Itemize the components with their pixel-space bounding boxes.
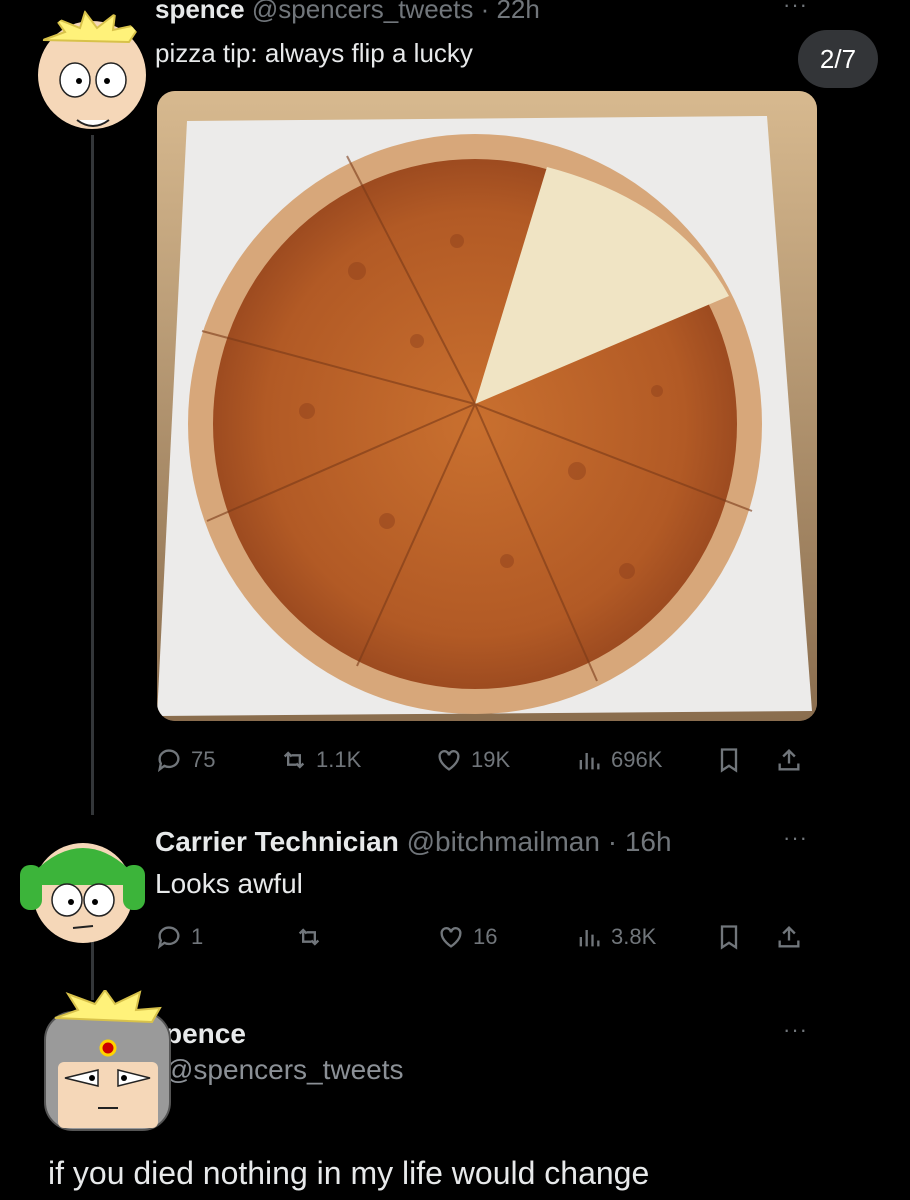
share-icon [778, 926, 800, 948]
tweet2-author-name[interactable]: Carrier Technician [155, 826, 399, 857]
reply-icon [157, 926, 180, 950]
like-button[interactable]: 19K [435, 740, 510, 780]
reply-icon [157, 749, 180, 773]
tweet1-actions: 75 1.1K 19K 696K [155, 740, 815, 780]
repost-icon [283, 751, 305, 769]
views-icon [579, 753, 600, 770]
tweet1-text: pizza tip: always flip a lucky [155, 38, 473, 68]
repost-button[interactable] [295, 917, 323, 957]
tweet3-author-name[interactable]: pence [165, 1018, 404, 1050]
heart-icon [440, 927, 462, 948]
tweet3-text: if you died nothing in my life would cha… [48, 1155, 650, 1191]
kyle-avatar-icon [20, 843, 145, 943]
share-button[interactable] [775, 740, 803, 780]
pizza-photo-icon [157, 91, 817, 721]
tweet2-header: Carrier Technician @bitchmailman · 16h [155, 826, 672, 858]
tweet1-author-handle[interactable]: @spencers_tweets [252, 0, 474, 24]
views-icon [579, 930, 600, 947]
like-count: 19K [471, 747, 511, 772]
heart-icon [438, 750, 460, 771]
professor-chaos-avatar-icon [44, 990, 171, 1131]
repost-count: 1.1K [316, 747, 362, 772]
bookmark-button[interactable] [715, 740, 743, 780]
tweet2-author-handle[interactable]: @bitchmailman [407, 826, 600, 857]
more-options-icon[interactable]: ··· [783, 1019, 808, 1041]
views-button[interactable]: 3.8K [575, 917, 656, 957]
butters-avatar-icon [38, 10, 146, 129]
repost-button[interactable]: 1.1K [280, 740, 361, 780]
more-options-icon[interactable]: ··· [783, 827, 808, 849]
avatar-carrier-technician[interactable] [15, 825, 150, 945]
tweet2-actions: 1 16 3.8K [155, 917, 815, 957]
bookmark-icon [720, 925, 738, 950]
tweet3-header: pence @spencers_tweets [165, 1018, 404, 1086]
repost-icon [298, 928, 320, 946]
reply-button[interactable]: 1 [155, 917, 203, 957]
tweet2-text: Looks awful [155, 868, 303, 899]
tweet1-time[interactable]: · 22h [481, 0, 540, 24]
bookmark-button[interactable] [715, 917, 743, 957]
more-options-icon[interactable]: ··· [783, 0, 808, 16]
views-count: 3.8K [611, 924, 657, 949]
reply-button[interactable]: 75 [155, 740, 215, 780]
tweet1-image[interactable] [157, 91, 817, 721]
reply-count: 1 [191, 924, 204, 949]
bookmark-icon [720, 748, 738, 773]
like-button[interactable]: 16 [437, 917, 497, 957]
avatar-professor-chaos[interactable] [40, 990, 175, 1135]
tweet1-author-name[interactable]: spence [155, 0, 245, 24]
tweet3-author-handle[interactable]: @spencers_tweets [165, 1054, 404, 1086]
tweet2-time[interactable]: · 16h [608, 826, 672, 857]
share-button[interactable] [775, 917, 803, 957]
tweet1-header: spence @spencers_tweets · 22h [155, 0, 540, 25]
like-count: 16 [473, 924, 498, 949]
views-count: 696K [611, 747, 663, 772]
views-button[interactable]: 696K [575, 740, 662, 780]
reply-count: 75 [191, 747, 216, 772]
media-counter: 2/7 [798, 30, 878, 88]
thread-line-1 [91, 135, 94, 815]
avatar-spence[interactable] [35, 10, 150, 130]
share-icon [778, 749, 800, 771]
